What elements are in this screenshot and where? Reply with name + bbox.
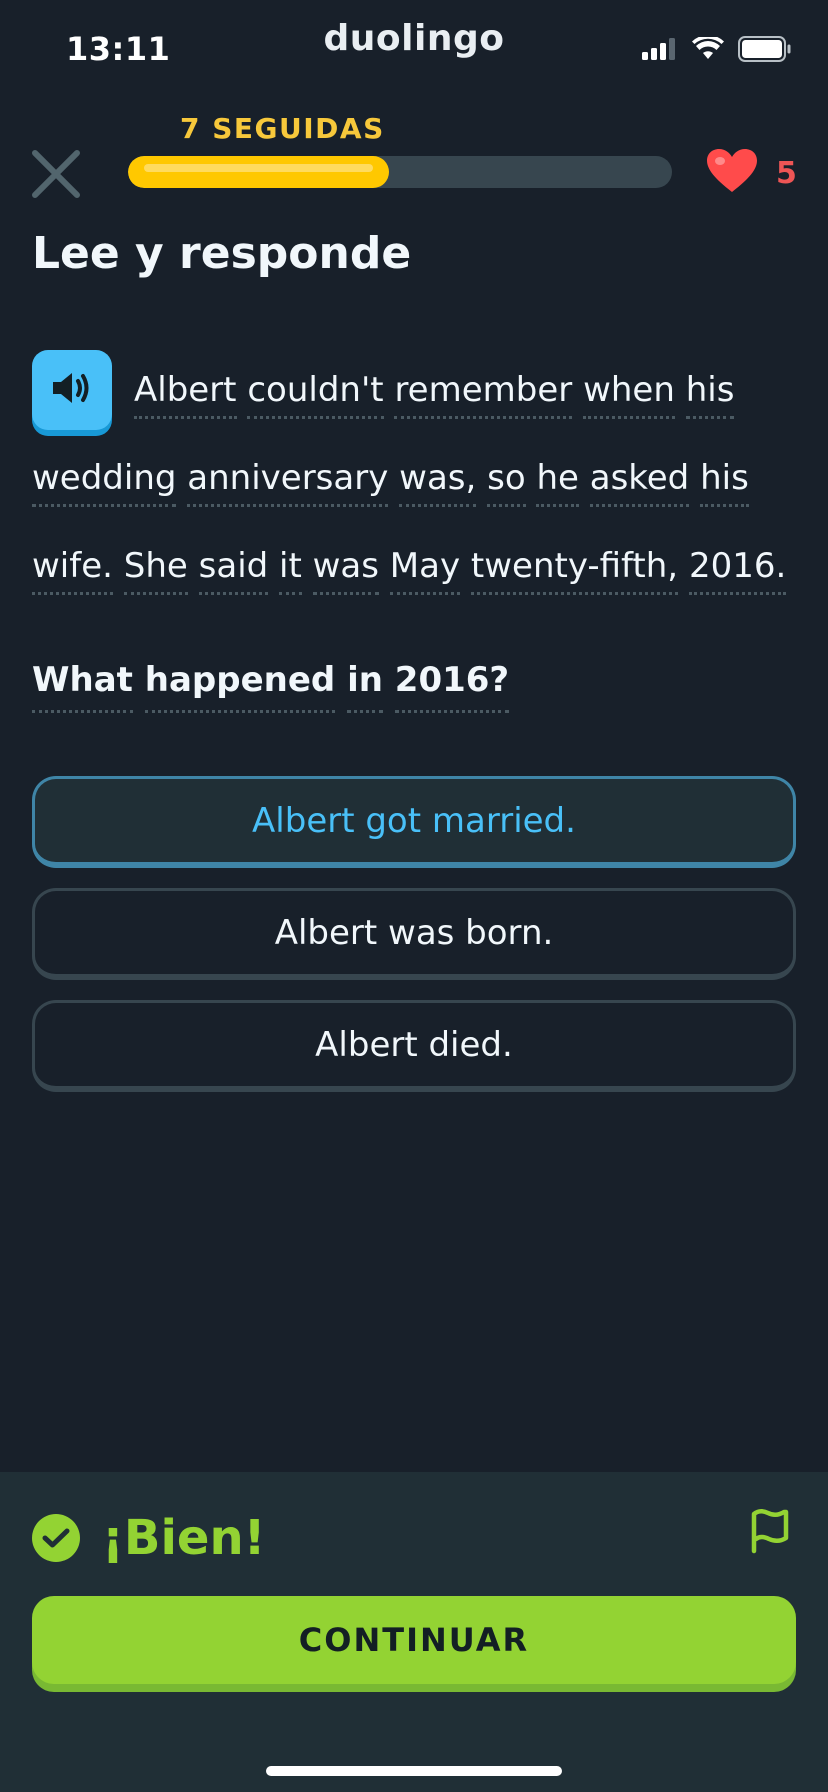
question-word[interactable]: happened: [144, 660, 336, 713]
feedback-panel: ¡Bien! CONTINUAR: [0, 1472, 828, 1792]
answer-option[interactable]: Albert died.: [32, 1000, 796, 1092]
continue-button[interactable]: CONTINUAR: [32, 1596, 796, 1684]
speaker-icon: [50, 369, 94, 411]
check-icon: [32, 1514, 80, 1562]
close-icon: [30, 150, 82, 204]
progress-bar: [128, 156, 672, 188]
passage-word[interactable]: Albert: [134, 370, 237, 419]
report-button[interactable]: [748, 1508, 792, 1554]
passage-word[interactable]: it: [279, 546, 302, 595]
question-text: What happened in 2016?: [32, 660, 510, 713]
passage-text: Albert couldn't remember when his weddin…: [32, 346, 802, 610]
feedback-status: ¡Bien!: [32, 1510, 266, 1566]
passage-word[interactable]: his: [700, 458, 749, 507]
flag-icon: [748, 1509, 792, 1558]
play-audio-button[interactable]: [32, 350, 112, 430]
passage-word[interactable]: wife.: [32, 546, 113, 595]
passage-word[interactable]: remember: [394, 370, 573, 419]
question-word[interactable]: What: [32, 660, 133, 713]
exercise-title: Lee y responde: [32, 228, 412, 279]
status-bar: 13:11 duolingo: [0, 0, 828, 90]
battery-icon: [738, 36, 792, 66]
question-word[interactable]: in: [347, 660, 383, 713]
passage-word[interactable]: May: [389, 546, 461, 595]
answer-options: Albert got married. Albert was born. Alber…: [32, 776, 796, 1112]
status-icons: [642, 35, 792, 66]
passage-word[interactable]: couldn't: [247, 370, 384, 419]
home-indicator[interactable]: [266, 1766, 562, 1776]
wifi-icon: [692, 35, 724, 65]
passage-word[interactable]: was: [312, 546, 379, 595]
progress-fill: [128, 156, 389, 188]
passage-word[interactable]: She: [123, 546, 188, 595]
heart-icon: [706, 148, 758, 198]
answer-option-selected[interactable]: Albert got married.: [32, 776, 796, 868]
hearts-counter[interactable]: 5: [706, 148, 797, 198]
reading-passage: Albert couldn't remember when his weddin…: [32, 350, 802, 610]
passage-word[interactable]: asked: [589, 458, 690, 507]
passage-word[interactable]: twenty-fifth,: [470, 546, 679, 595]
passage-word[interactable]: he: [536, 458, 579, 507]
passage-word[interactable]: 2016.: [688, 546, 787, 595]
passage-word[interactable]: was,: [399, 458, 477, 507]
question-word[interactable]: 2016?: [394, 660, 510, 713]
signal-icon: [642, 38, 678, 64]
passage-word[interactable]: so: [487, 458, 526, 507]
passage-word[interactable]: wedding: [32, 458, 177, 507]
passage-word[interactable]: when: [583, 370, 675, 419]
feedback-message: ¡Bien!: [102, 1510, 266, 1566]
streak-label: 7 SEGUIDAS: [180, 112, 385, 145]
passage-word[interactable]: anniversary: [187, 458, 389, 507]
passage-word[interactable]: his: [685, 370, 735, 419]
lesson-header: 7 SEGUIDAS 5: [0, 110, 828, 210]
answer-option[interactable]: Albert was born.: [32, 888, 796, 980]
progress-shine: [144, 164, 373, 172]
passage-word[interactable]: said: [198, 546, 269, 595]
hearts-count: 5: [776, 155, 797, 191]
close-button[interactable]: [30, 148, 82, 200]
